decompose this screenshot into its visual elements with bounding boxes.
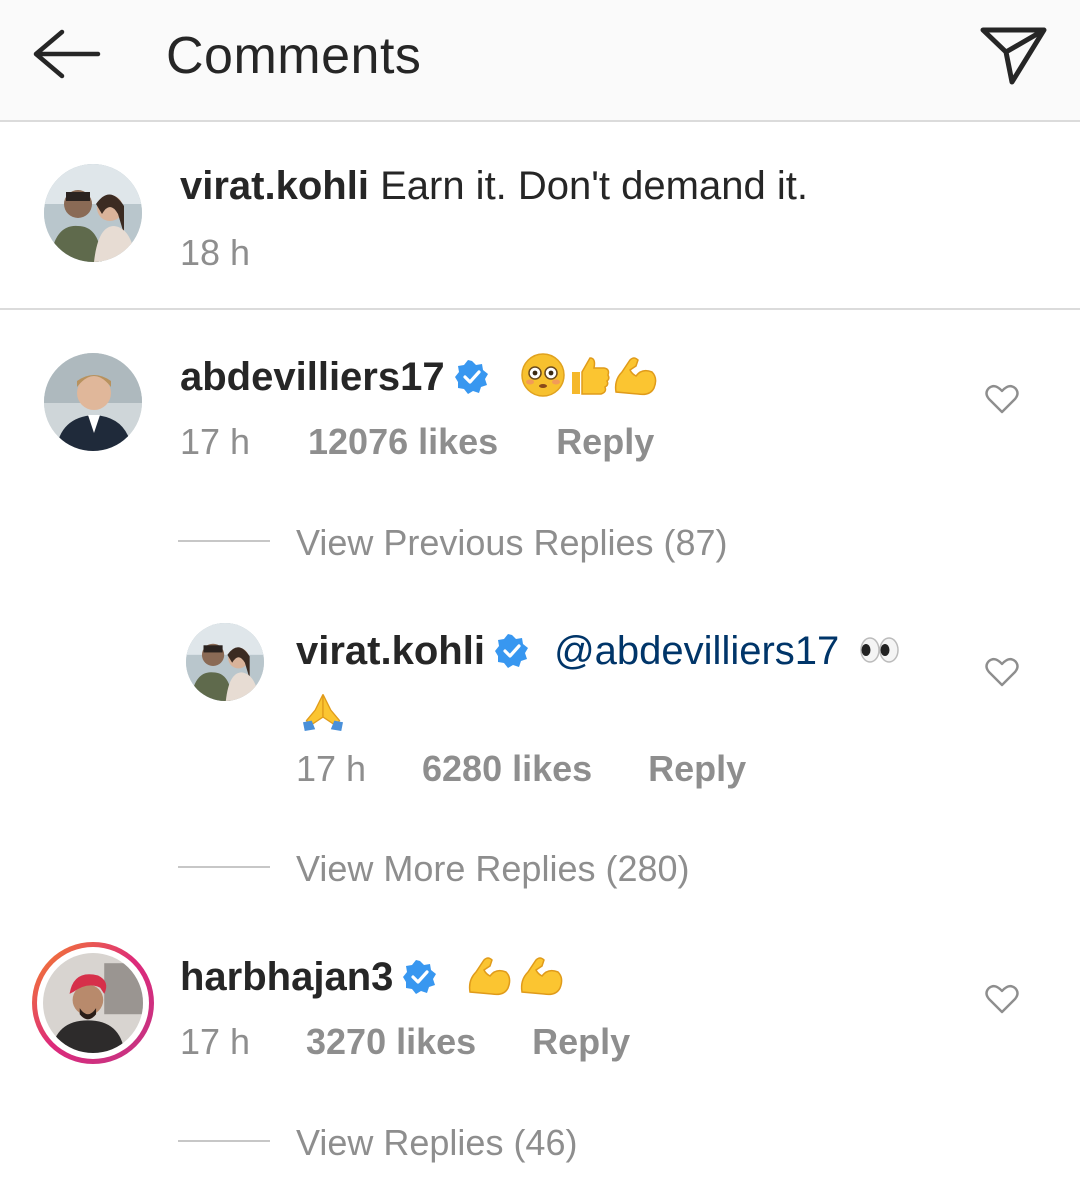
- comment-meta: 17 h 12076 likes Reply: [180, 421, 654, 463]
- caption-text-line: virat.kohli Earn it. Don't demand it.: [180, 164, 808, 209]
- reply-text-line: virat.kohli @abdevilliers17: [296, 626, 902, 674]
- reply-button[interactable]: Reply: [648, 748, 746, 790]
- verified-badge-icon: [454, 360, 488, 394]
- verified-badge-icon: [494, 634, 528, 668]
- mention-link[interactable]: @abdevilliers17: [554, 629, 839, 673]
- view-previous-replies[interactable]: View Previous Replies (87): [296, 522, 728, 564]
- back-arrow-icon[interactable]: [28, 24, 104, 84]
- comment-time: 17 h: [180, 421, 251, 462]
- like-heart-icon[interactable]: [985, 383, 1019, 415]
- flexed-biceps-emoji-icon: [520, 957, 562, 996]
- avatar-photo-icon: [43, 953, 143, 1053]
- avatar[interactable]: [186, 623, 264, 701]
- comment-text-line: abdevilliers17: [180, 352, 658, 400]
- caption-text: Earn it. Don't demand it.: [380, 164, 808, 208]
- top-bar: Comments: [0, 0, 1080, 122]
- flexed-biceps-emoji-icon: [468, 957, 510, 996]
- avatar-photo-icon: [44, 164, 142, 262]
- folded-hands-emoji-icon: [303, 694, 343, 731]
- send-direct-icon[interactable]: [978, 22, 1050, 88]
- likes-count[interactable]: 12076 likes: [308, 421, 498, 463]
- comment-username[interactable]: abdevilliers17: [180, 355, 445, 399]
- comment-time: 17 h: [180, 1021, 251, 1062]
- reply-text-line-2: [296, 688, 350, 733]
- replies-divider-line: [178, 540, 270, 542]
- avatar[interactable]: [44, 164, 142, 262]
- comment-meta: 17 h 3270 likes Reply: [180, 1021, 630, 1063]
- like-heart-icon[interactable]: [985, 656, 1019, 688]
- comment-username[interactable]: harbhajan3: [180, 955, 393, 999]
- reply-time: 17 h: [296, 748, 367, 789]
- like-heart-icon[interactable]: [985, 983, 1019, 1015]
- verified-badge-icon: [403, 960, 437, 994]
- post-caption: virat.kohli Earn it. Don't demand it. 18…: [0, 122, 1080, 310]
- caption-username[interactable]: virat.kohli: [180, 164, 369, 208]
- page-title: Comments: [166, 27, 422, 85]
- avatar-photo-icon: [186, 623, 264, 701]
- reply-button[interactable]: Reply: [556, 421, 654, 463]
- thumbs-up-emoji-icon: [571, 357, 610, 395]
- reply-meta: 17 h 6280 likes Reply: [296, 748, 746, 790]
- replies-divider-line: [178, 1140, 270, 1142]
- comment-text-line: harbhajan3: [180, 952, 567, 1000]
- reply-username[interactable]: virat.kohli: [296, 629, 485, 673]
- replies-divider-line: [178, 866, 270, 868]
- flexed-biceps-emoji-icon: [614, 357, 657, 396]
- flushed-face-emoji-icon: [520, 353, 565, 397]
- avatar-story-ring[interactable]: [32, 942, 154, 1064]
- view-replies[interactable]: View Replies (46): [296, 1122, 577, 1164]
- avatar[interactable]: [44, 353, 142, 451]
- eyes-emoji-icon: [860, 637, 900, 663]
- likes-count[interactable]: 3270 likes: [306, 1021, 476, 1063]
- view-more-replies[interactable]: View More Replies (280): [296, 848, 690, 890]
- likes-count[interactable]: 6280 likes: [422, 748, 592, 790]
- avatar-photo-icon: [44, 353, 142, 451]
- reply-button[interactable]: Reply: [532, 1021, 630, 1063]
- caption-time: 18 h: [180, 232, 251, 273]
